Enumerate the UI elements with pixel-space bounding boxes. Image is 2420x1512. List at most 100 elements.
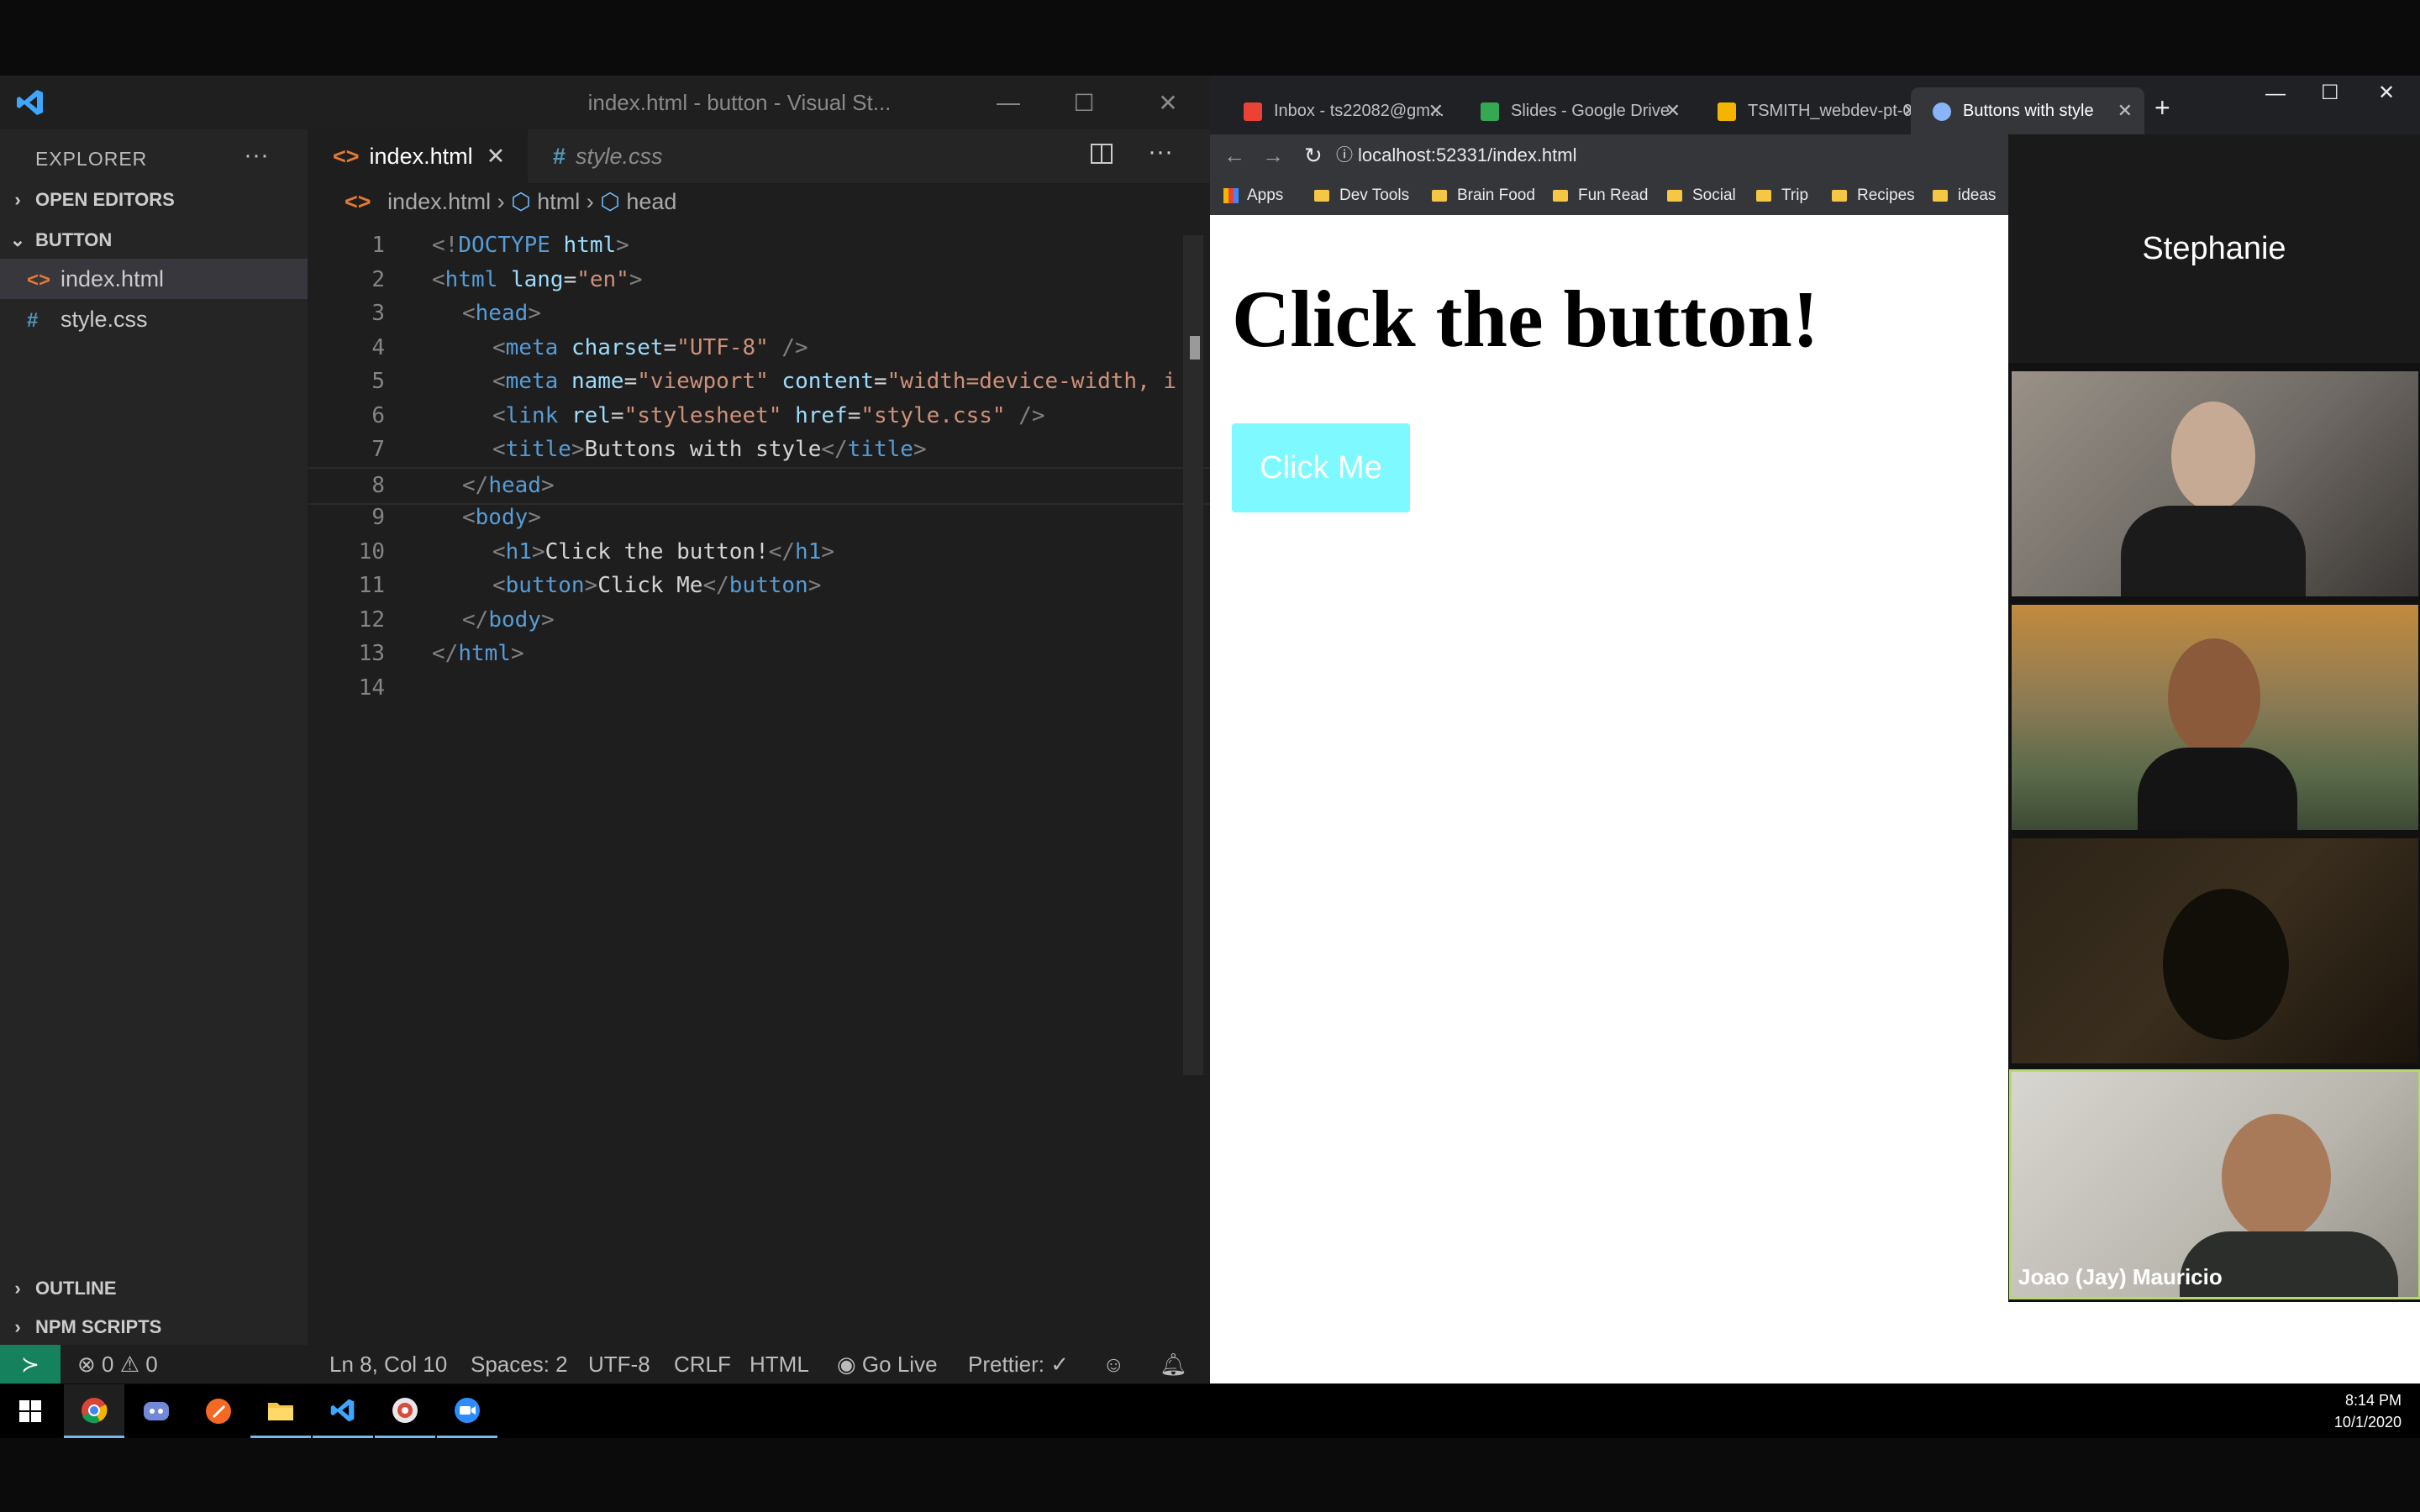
chrome-tab-inbox[interactable]: Inbox - ts22082@gm... ✕	[1222, 87, 1455, 134]
bookmark-recipes[interactable]: Recipes	[1832, 176, 1915, 215]
tab-index-html[interactable]: <> index.html ✕	[308, 129, 528, 183]
sketch-icon[interactable]	[188, 1384, 249, 1438]
editor-scrollbar[interactable]	[1183, 235, 1203, 1075]
vscode-icon[interactable]	[313, 1384, 373, 1438]
open-editors-section[interactable]: › OPEN EDITORS	[0, 181, 308, 218]
chrome-tab-strip: Inbox - ts22082@gm... ✕ Slides - Google D…	[1210, 76, 2420, 134]
line-number: 8	[371, 472, 385, 498]
file-explorer-icon[interactable]	[250, 1384, 311, 1438]
split-editor-icon[interactable]	[1089, 141, 1119, 171]
chrome-tab-buttons-with-style[interactable]: Buttons with style ✕	[1911, 87, 2144, 134]
breadcrumb-head[interactable]: head	[626, 189, 676, 214]
chrome-tab-tsmith[interactable]: TSMITH_webdev-pt-0... ✕	[1696, 87, 1929, 134]
code-text: <body>	[462, 505, 541, 530]
language-mode[interactable]: HTML	[750, 1345, 809, 1383]
editor-scrollbar-thumb[interactable]	[1190, 336, 1200, 360]
section-label: OPEN EDITORS	[35, 189, 175, 210]
go-live-button[interactable]: ◉ Go Live	[837, 1345, 938, 1383]
line-number: 14	[358, 675, 385, 701]
code-line[interactable]: 9 <body>	[308, 501, 1210, 535]
vscode-logo-icon	[17, 90, 43, 115]
chrome-tab-slides[interactable]: Slides - Google Drive ✕	[1459, 87, 1692, 134]
bookmark-fun-read[interactable]: Fun Read	[1553, 176, 1648, 215]
code-line[interactable]: 11 <button>Click Me</button>	[308, 569, 1210, 603]
info-icon[interactable]: ⓘ	[1336, 134, 1353, 176]
participant-video-tile-active-speaker[interactable]: Joao (Jay) Mauricio	[2009, 1069, 2420, 1299]
code-line[interactable]: 10 <h1>Click the button!</h1>	[308, 535, 1210, 570]
close-button[interactable]: ✕	[2378, 81, 2395, 105]
close-tab-icon[interactable]: ✕	[487, 144, 506, 169]
back-icon[interactable]: ←	[1223, 134, 1245, 176]
more-actions-icon[interactable]: ···	[1148, 138, 1173, 166]
remote-icon[interactable]: ≻	[0, 1345, 60, 1383]
code-line[interactable]: 6 <link rel="stylesheet" href="style.css"…	[308, 399, 1210, 433]
close-button[interactable]: ✕	[1126, 76, 1210, 129]
click-me-button[interactable]: Click Me	[1232, 423, 1410, 512]
participant-video-tile[interactable]	[2012, 838, 2418, 1063]
close-tab-icon[interactable]: ✕	[1428, 87, 1444, 134]
element-icon: ⬡	[600, 189, 620, 214]
bookmark-dev-tools[interactable]: Dev Tools	[1314, 176, 1409, 215]
new-tab-icon[interactable]: +	[2154, 92, 2170, 123]
maximize-button[interactable]: ☐	[2321, 81, 2339, 105]
code-line[interactable]: 1 <!DOCTYPE html>	[308, 228, 1210, 263]
reload-icon[interactable]: ↻	[1304, 134, 1323, 176]
forward-icon[interactable]: →	[1262, 134, 1284, 176]
code-line[interactable]: 5 <meta name="viewport" content="width=de…	[308, 365, 1210, 399]
outline-section[interactable]: › OUTLINE	[0, 1270, 308, 1307]
code-line[interactable]: 2 <html lang="en">	[308, 263, 1210, 297]
feedback-icon[interactable]: ☺	[1102, 1345, 1125, 1383]
bookmark-ideas[interactable]: ideas	[1933, 176, 1996, 215]
breadcrumb-file[interactable]: index.html	[387, 189, 491, 214]
line-number: 7	[371, 437, 385, 462]
close-tab-icon[interactable]: ✕	[2118, 87, 2133, 134]
code-line[interactable]: 4 <meta charset="UTF-8" />	[308, 331, 1210, 365]
bookmark-social[interactable]: Social	[1667, 176, 1736, 215]
chrome-icon[interactable]	[64, 1384, 124, 1438]
code-editor[interactable]: 1 <!DOCTYPE html> 2 <html lang="en"> 3 <head>…	[308, 220, 1210, 1345]
bookmark-trip[interactable]: Trip	[1756, 176, 1808, 215]
bookmark-apps[interactable]: Apps	[1223, 176, 1283, 215]
cursor-position[interactable]: Ln 8, Col 10	[329, 1345, 447, 1383]
line-ending[interactable]: CRLF	[674, 1345, 731, 1383]
encoding[interactable]: UTF-8	[588, 1345, 650, 1383]
npm-scripts-section[interactable]: › NPM SCRIPTS	[0, 1309, 308, 1346]
bookmark-brain-food[interactable]: Brain Food	[1432, 176, 1535, 215]
code-line[interactable]: 3 <head>	[308, 297, 1210, 331]
address-bar[interactable]: localhost:52331/index.html	[1358, 134, 1577, 176]
code-line[interactable]: 14	[308, 671, 1210, 706]
file-item-index-html[interactable]: <> index.html	[0, 259, 308, 299]
windows-start-icon[interactable]	[0, 1384, 60, 1438]
chrome-canary-icon[interactable]	[375, 1384, 435, 1438]
prettier-status[interactable]: Prettier: ✓	[968, 1345, 1069, 1383]
code-line[interactable]: 12 </body>	[308, 603, 1210, 638]
folder-section[interactable]: ⌄ BUTTON	[0, 222, 308, 259]
tab-style-css[interactable]: # style.css	[528, 129, 696, 183]
code-line[interactable]: 13 </html>	[308, 637, 1210, 671]
maximize-button[interactable]: ☐	[1042, 76, 1126, 129]
indentation[interactable]: Spaces: 2	[471, 1345, 568, 1383]
system-clock[interactable]: 8:14 PM 10/1/2020	[2334, 1389, 2402, 1433]
code-line[interactable]: 8 </head>	[308, 466, 1210, 505]
minimize-button[interactable]: —	[2265, 82, 2286, 106]
breadcrumb-html[interactable]: html	[537, 189, 580, 214]
file-item-style-css[interactable]: # style.css	[0, 299, 308, 339]
file-name: style.css	[60, 307, 148, 332]
minimize-button[interactable]: —	[966, 76, 1050, 129]
discord-icon[interactable]	[126, 1384, 187, 1438]
chevron-right-icon: ›	[14, 1316, 21, 1337]
notifications-icon[interactable]: 🔔︎	[1160, 1345, 1187, 1383]
participant-video-tile[interactable]	[2012, 371, 2418, 596]
code-text: <meta charset="UTF-8" />	[492, 334, 808, 360]
zoom-icon[interactable]	[437, 1384, 497, 1438]
tab-label: Inbox - ts22082@gm...	[1274, 102, 1444, 120]
line-number: 10	[358, 538, 385, 564]
participant-shirt	[2138, 748, 2297, 830]
more-actions-icon[interactable]: ···	[244, 141, 269, 170]
close-tab-icon[interactable]: ✕	[1665, 87, 1681, 134]
problems-indicator[interactable]: ⊗ 0 ⚠ 0	[77, 1345, 158, 1383]
participant-video-tile[interactable]	[2012, 605, 2418, 830]
code-line[interactable]: 7 <title>Buttons with style</title>	[308, 433, 1210, 467]
error-count: 0	[102, 1352, 114, 1377]
participant-tile-name-only[interactable]: Stephanie	[2008, 134, 2420, 363]
